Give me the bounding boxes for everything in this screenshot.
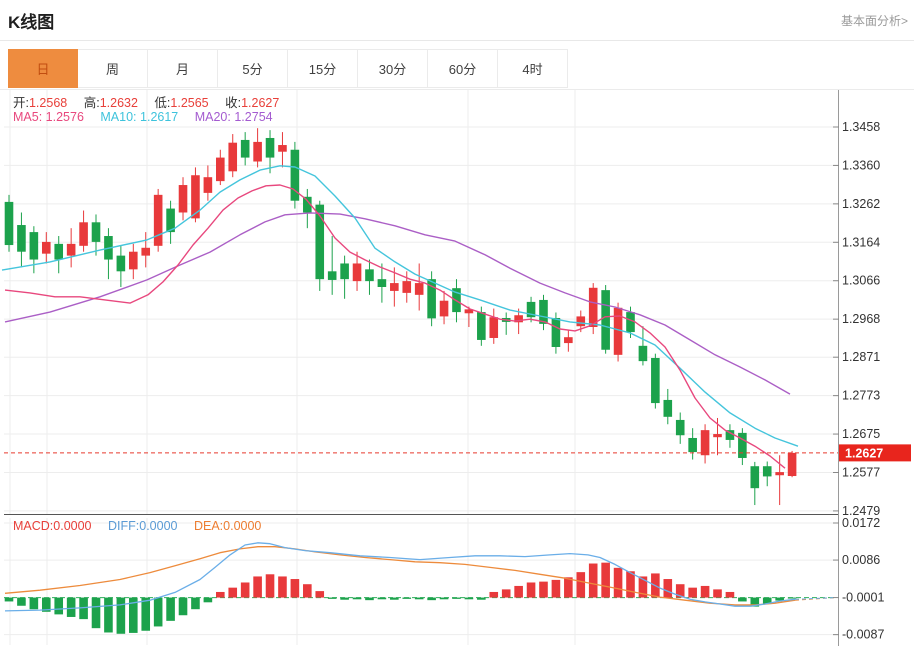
svg-text:1.2871: 1.2871	[842, 350, 880, 364]
dea-value: DEA:0.0000	[194, 519, 261, 533]
svg-text:1.2968: 1.2968	[842, 312, 880, 326]
ma20-value: MA20: 1.2754	[195, 110, 273, 124]
macd-value: MACD:0.0000	[13, 519, 92, 533]
tab-week[interactable]: 周	[78, 49, 148, 88]
macd-info: MACD:0.0000 DIFF:0.0000 DEA:0.0000	[13, 519, 274, 533]
svg-text:-0.0001: -0.0001	[842, 591, 884, 605]
period-tabs: 日周月5分15分30分60分4时	[8, 49, 568, 89]
header: K线图 基本面分析>	[0, 0, 914, 41]
tab-60min[interactable]: 60分	[428, 49, 498, 88]
svg-text:1.2627: 1.2627	[845, 446, 883, 460]
svg-text:1.2773: 1.2773	[842, 389, 880, 403]
ma-info: MA5: 1.2576 MA10: 1.2617 MA20: 1.2754	[13, 110, 286, 124]
tab-day[interactable]: 日	[8, 49, 78, 88]
svg-text:0.0086: 0.0086	[842, 553, 880, 567]
high-value: 高:1.2632	[84, 96, 138, 110]
close-value: 收:1.2627	[225, 96, 279, 110]
ohlc-info: 开:1.2568 高:1.2632 低:1.2565 收:1.2627	[13, 92, 292, 111]
svg-text:1.3164: 1.3164	[842, 235, 880, 249]
tab-month[interactable]: 月	[148, 49, 218, 88]
tab-30min[interactable]: 30分	[358, 49, 428, 88]
page-title: K线图	[0, 0, 54, 33]
svg-text:1.2577: 1.2577	[842, 465, 880, 479]
low-value: 低:1.2565	[154, 96, 208, 110]
svg-text:1.3262: 1.3262	[842, 197, 880, 211]
ma5-value: MA5: 1.2576	[13, 110, 84, 124]
svg-text:-0.0087: -0.0087	[842, 628, 884, 642]
open-value: 开:1.2568	[13, 96, 67, 110]
svg-text:0.0172: 0.0172	[842, 516, 880, 530]
period-tabstrip: 日周月5分15分30分60分4时	[0, 49, 914, 90]
svg-text:1.3458: 1.3458	[842, 120, 880, 134]
diff-value: DIFF:0.0000	[108, 519, 177, 533]
svg-text:1.3360: 1.3360	[842, 158, 880, 172]
svg-text:1.2675: 1.2675	[842, 427, 880, 441]
svg-text:1.3066: 1.3066	[842, 274, 880, 288]
tab-15min[interactable]: 15分	[288, 49, 358, 88]
fundamental-analysis-link[interactable]: 基本面分析>	[841, 12, 908, 29]
tab-5min[interactable]: 5分	[218, 49, 288, 88]
ma10-value: MA10: 1.2617	[100, 110, 178, 124]
tab-4hour[interactable]: 4时	[498, 49, 568, 88]
